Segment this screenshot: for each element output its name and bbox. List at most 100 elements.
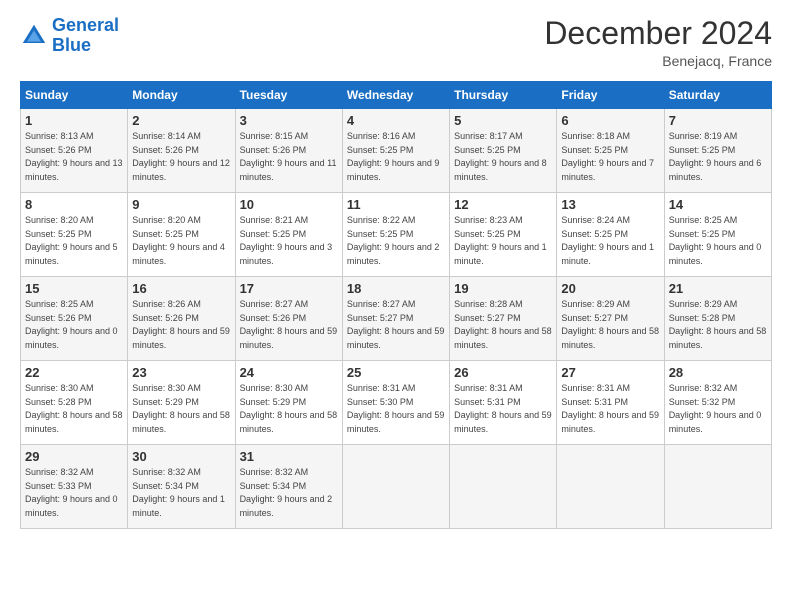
day-info: Sunrise: 8:15 AM Sunset: 5:26 PM Dayligh… <box>240 130 338 184</box>
day-info: Sunrise: 8:22 AM Sunset: 5:25 PM Dayligh… <box>347 214 445 268</box>
table-row: 2 Sunrise: 8:14 AM Sunset: 5:26 PM Daylig… <box>128 109 235 193</box>
table-row <box>450 445 557 529</box>
day-info: Sunrise: 8:20 AM Sunset: 5:25 PM Dayligh… <box>132 214 230 268</box>
table-row: 30 Sunrise: 8:32 AM Sunset: 5:34 PM Dayli… <box>128 445 235 529</box>
calendar-week-row: 15Sunrise: 8:25 AM Sunset: 5:26 PM Dayli… <box>21 277 772 361</box>
table-row: 21 Sunrise: 8:29 AM Sunset: 5:28 PM Dayli… <box>664 277 771 361</box>
table-row: 25 Sunrise: 8:31 AM Sunset: 5:30 PM Dayli… <box>342 361 449 445</box>
table-row: 17 Sunrise: 8:27 AM Sunset: 5:26 PM Dayli… <box>235 277 342 361</box>
table-row: 15Sunrise: 8:25 AM Sunset: 5:26 PM Dayli… <box>21 277 128 361</box>
table-row: 20 Sunrise: 8:29 AM Sunset: 5:27 PM Dayli… <box>557 277 664 361</box>
table-row: 27 Sunrise: 8:31 AM Sunset: 5:31 PM Dayli… <box>557 361 664 445</box>
day-info: Sunrise: 8:32 AM Sunset: 5:33 PM Dayligh… <box>25 466 123 520</box>
day-number: 20 <box>561 281 659 296</box>
table-row: 29 Sunrise: 8:32 AM Sunset: 5:33 PM Dayli… <box>21 445 128 529</box>
month-title: December 2024 <box>544 16 772 51</box>
day-info: Sunrise: 8:17 AM Sunset: 5:25 PM Dayligh… <box>454 130 552 184</box>
day-number: 4 <box>347 113 445 128</box>
calendar-week-row: 1 Sunrise: 8:13 AM Sunset: 5:26 PM Daylig… <box>21 109 772 193</box>
day-number: 6 <box>561 113 659 128</box>
day-number: 15 <box>25 281 123 296</box>
day-number: 12 <box>454 197 552 212</box>
logo: General Blue <box>20 16 119 56</box>
day-info: Sunrise: 8:28 AM Sunset: 5:27 PM Dayligh… <box>454 298 552 352</box>
col-sunday: Sunday <box>21 82 128 109</box>
day-info: Sunrise: 8:25 AM Sunset: 5:25 PM Dayligh… <box>669 214 767 268</box>
day-number: 3 <box>240 113 338 128</box>
title-block: December 2024 Benejacq, France <box>544 16 772 69</box>
calendar-week-row: 8 Sunrise: 8:20 AM Sunset: 5:25 PM Daylig… <box>21 193 772 277</box>
day-number: 11 <box>347 197 445 212</box>
table-row: 28Sunrise: 8:32 AM Sunset: 5:32 PM Dayli… <box>664 361 771 445</box>
day-info: Sunrise: 8:30 AM Sunset: 5:28 PM Dayligh… <box>25 382 123 436</box>
col-tuesday: Tuesday <box>235 82 342 109</box>
col-wednesday: Wednesday <box>342 82 449 109</box>
day-number: 1 <box>25 113 123 128</box>
day-number: 23 <box>132 365 230 380</box>
table-row: 13Sunrise: 8:24 AM Sunset: 5:25 PM Dayli… <box>557 193 664 277</box>
day-info: Sunrise: 8:30 AM Sunset: 5:29 PM Dayligh… <box>132 382 230 436</box>
header: General Blue December 2024 Benejacq, Fra… <box>20 16 772 69</box>
col-saturday: Saturday <box>664 82 771 109</box>
day-number: 8 <box>25 197 123 212</box>
day-info: Sunrise: 8:32 AM Sunset: 5:34 PM Dayligh… <box>132 466 230 520</box>
table-row: 26 Sunrise: 8:31 AM Sunset: 5:31 PM Dayli… <box>450 361 557 445</box>
calendar-week-row: 22 Sunrise: 8:30 AM Sunset: 5:28 PM Dayli… <box>21 361 772 445</box>
day-info: Sunrise: 8:13 AM Sunset: 5:26 PM Dayligh… <box>25 130 123 184</box>
day-number: 26 <box>454 365 552 380</box>
table-row: 24Sunrise: 8:30 AM Sunset: 5:29 PM Dayli… <box>235 361 342 445</box>
table-row: 19 Sunrise: 8:28 AM Sunset: 5:27 PM Dayli… <box>450 277 557 361</box>
table-row: 8 Sunrise: 8:20 AM Sunset: 5:25 PM Daylig… <box>21 193 128 277</box>
location: Benejacq, France <box>544 53 772 69</box>
day-info: Sunrise: 8:27 AM Sunset: 5:26 PM Dayligh… <box>240 298 338 352</box>
day-number: 14 <box>669 197 767 212</box>
day-number: 25 <box>347 365 445 380</box>
day-number: 22 <box>25 365 123 380</box>
table-row: 14 Sunrise: 8:25 AM Sunset: 5:25 PM Dayli… <box>664 193 771 277</box>
day-number: 9 <box>132 197 230 212</box>
day-number: 16 <box>132 281 230 296</box>
day-info: Sunrise: 8:30 AM Sunset: 5:29 PM Dayligh… <box>240 382 338 436</box>
day-number: 21 <box>669 281 767 296</box>
table-row: 4Sunrise: 8:16 AM Sunset: 5:25 PM Daylig… <box>342 109 449 193</box>
day-number: 27 <box>561 365 659 380</box>
day-info: Sunrise: 8:23 AM Sunset: 5:25 PM Dayligh… <box>454 214 552 268</box>
col-thursday: Thursday <box>450 82 557 109</box>
day-number: 10 <box>240 197 338 212</box>
col-friday: Friday <box>557 82 664 109</box>
day-number: 29 <box>25 449 123 464</box>
day-number: 19 <box>454 281 552 296</box>
table-row: 10 Sunrise: 8:21 AM Sunset: 5:25 PM Dayli… <box>235 193 342 277</box>
day-number: 31 <box>240 449 338 464</box>
table-row: 22 Sunrise: 8:30 AM Sunset: 5:28 PM Dayli… <box>21 361 128 445</box>
day-info: Sunrise: 8:31 AM Sunset: 5:31 PM Dayligh… <box>454 382 552 436</box>
table-row <box>342 445 449 529</box>
table-row: 18 Sunrise: 8:27 AM Sunset: 5:27 PM Dayli… <box>342 277 449 361</box>
day-number: 18 <box>347 281 445 296</box>
logo-icon <box>20 22 48 50</box>
day-info: Sunrise: 8:32 AM Sunset: 5:34 PM Dayligh… <box>240 466 338 520</box>
calendar-table: Sunday Monday Tuesday Wednesday Thursday… <box>20 81 772 529</box>
day-info: Sunrise: 8:29 AM Sunset: 5:27 PM Dayligh… <box>561 298 659 352</box>
table-row: 1 Sunrise: 8:13 AM Sunset: 5:26 PM Daylig… <box>21 109 128 193</box>
day-info: Sunrise: 8:29 AM Sunset: 5:28 PM Dayligh… <box>669 298 767 352</box>
table-row: 31 Sunrise: 8:32 AM Sunset: 5:34 PM Dayli… <box>235 445 342 529</box>
table-row <box>557 445 664 529</box>
table-row: 16Sunrise: 8:26 AM Sunset: 5:26 PM Dayli… <box>128 277 235 361</box>
calendar-week-row: 29 Sunrise: 8:32 AM Sunset: 5:33 PM Dayli… <box>21 445 772 529</box>
day-info: Sunrise: 8:32 AM Sunset: 5:32 PM Dayligh… <box>669 382 767 436</box>
day-info: Sunrise: 8:14 AM Sunset: 5:26 PM Dayligh… <box>132 130 230 184</box>
table-row: 11 Sunrise: 8:22 AM Sunset: 5:25 PM Dayli… <box>342 193 449 277</box>
day-info: Sunrise: 8:31 AM Sunset: 5:30 PM Dayligh… <box>347 382 445 436</box>
day-info: Sunrise: 8:31 AM Sunset: 5:31 PM Dayligh… <box>561 382 659 436</box>
day-number: 2 <box>132 113 230 128</box>
table-row: 5Sunrise: 8:17 AM Sunset: 5:25 PM Daylig… <box>450 109 557 193</box>
day-number: 17 <box>240 281 338 296</box>
table-row: 9 Sunrise: 8:20 AM Sunset: 5:25 PM Daylig… <box>128 193 235 277</box>
day-info: Sunrise: 8:27 AM Sunset: 5:27 PM Dayligh… <box>347 298 445 352</box>
day-info: Sunrise: 8:21 AM Sunset: 5:25 PM Dayligh… <box>240 214 338 268</box>
table-row: 23 Sunrise: 8:30 AM Sunset: 5:29 PM Dayli… <box>128 361 235 445</box>
day-info: Sunrise: 8:20 AM Sunset: 5:25 PM Dayligh… <box>25 214 123 268</box>
page: General Blue December 2024 Benejacq, Fra… <box>0 0 792 612</box>
day-number: 30 <box>132 449 230 464</box>
